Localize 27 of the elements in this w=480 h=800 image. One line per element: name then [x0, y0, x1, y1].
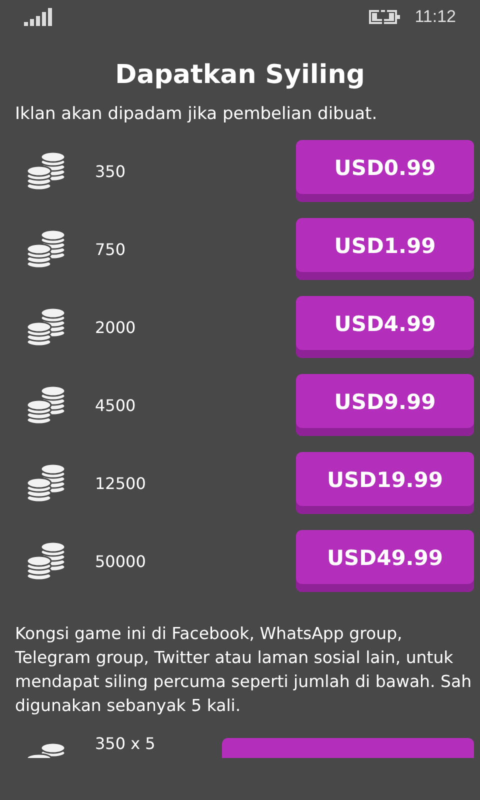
ads-note: Iklan akan dipadam jika pembelian dibuat.	[15, 104, 378, 124]
coins-icon	[26, 541, 66, 581]
coin-amount: 350 x 5	[95, 734, 156, 754]
price-button[interactable]: USD49.99	[296, 530, 474, 592]
page-title: Dapatkan Syiling	[114, 60, 366, 90]
coins-icon	[26, 151, 66, 191]
price-button[interactable]: USD4.99	[296, 296, 474, 358]
coin-amount: 350	[95, 162, 127, 180]
coin-amount: 12500	[95, 474, 147, 492]
coins-icon	[26, 229, 66, 269]
coin-amount: 4500	[95, 396, 137, 414]
clock-time: 11:12	[414, 7, 456, 27]
coin-amount: 50000	[95, 552, 147, 570]
coins-icon	[26, 307, 66, 347]
price-button[interactable]: USD9.99	[296, 374, 474, 436]
coin-amount: 750	[95, 240, 127, 258]
battery-charging-icon	[368, 9, 401, 25]
price-button[interactable]: USD1.99	[296, 218, 474, 280]
coins-icon	[26, 463, 66, 503]
price-button[interactable]: USD19.99	[296, 452, 474, 514]
price-button[interactable]: USD0.99	[296, 140, 474, 202]
share-button[interactable]	[222, 738, 474, 758]
signal-icon	[24, 8, 54, 26]
share-note: Kongsi game ini di Facebook, WhatsApp group, Telegram group, Twitter atau laman sosial lain, untuk mendapat siling percuma seperti jumlah di bawah. Sah digunakan sebanyak 5 kali.	[15, 623, 472, 717]
coins-icon	[26, 742, 66, 758]
coin-amount: 2000	[95, 318, 137, 336]
coins-icon	[26, 385, 66, 425]
